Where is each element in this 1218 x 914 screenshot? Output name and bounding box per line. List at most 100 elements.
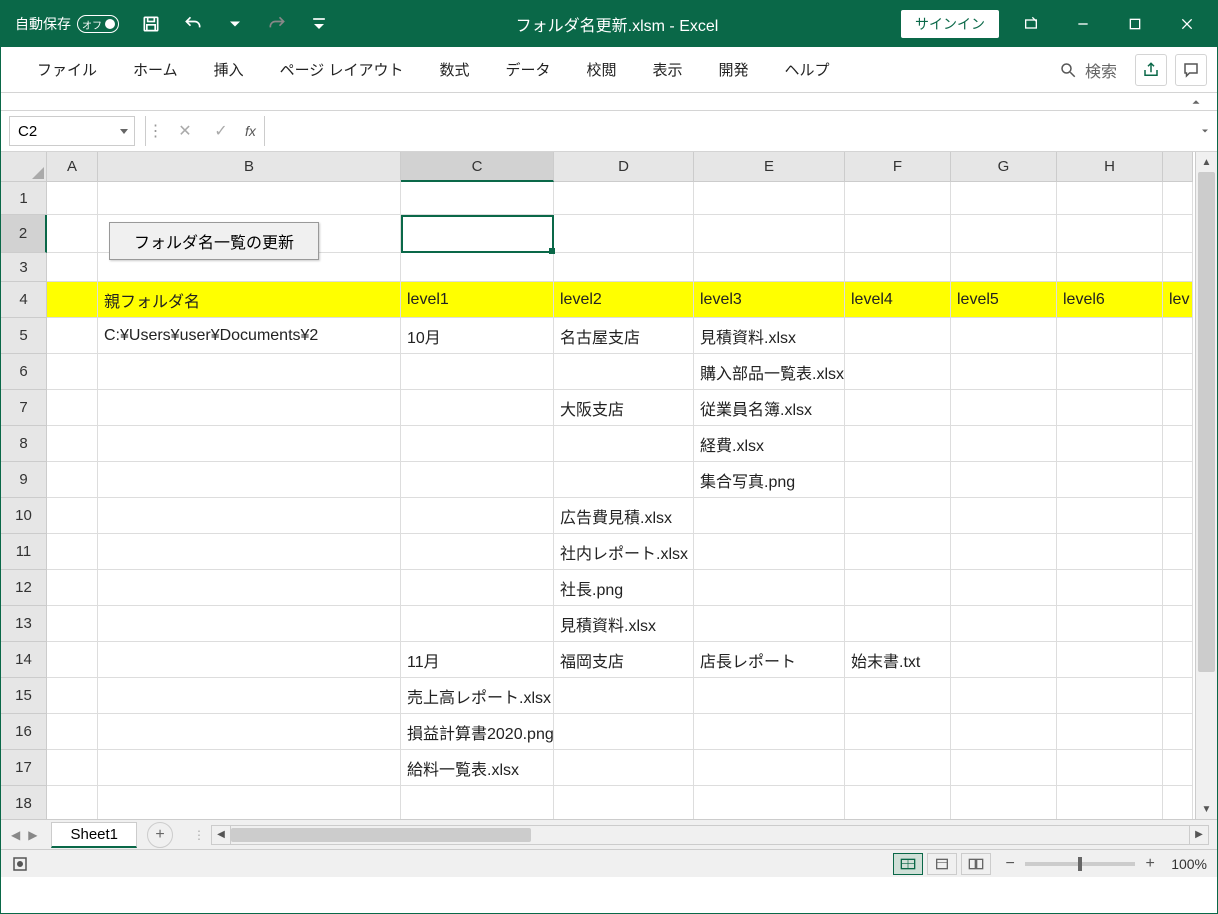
view-normal-button[interactable] xyxy=(893,853,923,875)
scroll-up-button[interactable]: ▲ xyxy=(1196,152,1217,172)
collapse-ribbon-icon[interactable] xyxy=(1189,95,1203,109)
scroll-right-button[interactable]: ▶ xyxy=(1189,825,1209,845)
column-headers: A B C D E F G H xyxy=(47,152,1193,182)
col-header-B[interactable]: B xyxy=(98,152,401,182)
tab-data[interactable]: データ xyxy=(487,49,568,90)
col-header-E[interactable]: E xyxy=(694,152,845,182)
row-header-18[interactable]: 18 xyxy=(1,786,47,819)
vertical-scrollbar[interactable]: ▲ ▼ xyxy=(1195,152,1217,819)
sheet-tabs-bar: ◀ ▶ Sheet1 + ⋮ ◀ ▶ xyxy=(1,819,1217,849)
horizontal-scrollbar[interactable]: ⋮ ◀ ▶ xyxy=(193,825,1209,845)
update-folder-names-button[interactable]: フォルダ名一覧の更新 xyxy=(109,222,319,260)
search-placeholder: 検索 xyxy=(1085,58,1117,82)
grid[interactable]: 親フォルダ名level1level2level3level4level5leve… xyxy=(47,182,1193,819)
autosave-label: 自動保存 xyxy=(15,14,71,34)
row-header-16[interactable]: 16 xyxy=(1,714,47,750)
col-header-D[interactable]: D xyxy=(554,152,694,182)
macro-record-icon[interactable] xyxy=(11,855,29,873)
tab-home[interactable]: ホーム xyxy=(115,49,196,90)
col-header-C[interactable]: C xyxy=(401,152,554,182)
row-header-7[interactable]: 7 xyxy=(1,390,47,426)
row-header-9[interactable]: 9 xyxy=(1,462,47,498)
autosave-toggle[interactable]: 自動保存 オフ xyxy=(15,14,119,34)
scroll-left-button[interactable]: ◀ xyxy=(211,825,231,845)
view-pagelayout-button[interactable] xyxy=(927,853,957,875)
enter-formula-button: ✓ xyxy=(209,121,233,141)
tab-file[interactable]: ファイル xyxy=(19,49,115,90)
row-header-3[interactable]: 3 xyxy=(1,253,47,282)
status-bar: − + 100% xyxy=(1,849,1217,877)
row-header-1[interactable]: 1 xyxy=(1,182,47,215)
save-button[interactable] xyxy=(137,10,165,38)
row-header-17[interactable]: 17 xyxy=(1,750,47,786)
new-sheet-button[interactable]: + xyxy=(147,822,173,848)
redo-button[interactable] xyxy=(263,10,291,38)
window-title: フォルダ名更新.xlsm - Excel xyxy=(333,12,901,36)
tab-insert[interactable]: 挿入 xyxy=(196,49,262,90)
scroll-down-button[interactable]: ▼ xyxy=(1196,799,1217,819)
row-header-6[interactable]: 6 xyxy=(1,354,47,390)
tab-formulas[interactable]: 数式 xyxy=(421,49,487,90)
col-header-F[interactable]: F xyxy=(845,152,951,182)
sheet-tab-sheet1[interactable]: Sheet1 xyxy=(51,822,137,848)
col-header-H[interactable]: H xyxy=(1057,152,1163,182)
undo-dropdown[interactable] xyxy=(221,10,249,38)
row-header-2[interactable]: 2 xyxy=(1,215,47,253)
ribbon-collapse-bar xyxy=(1,93,1217,111)
cancel-formula-button: ✕ xyxy=(173,121,197,141)
undo-button[interactable] xyxy=(179,10,207,38)
zoom-in-button[interactable]: + xyxy=(1141,855,1159,873)
expand-formula-bar[interactable] xyxy=(1193,125,1217,137)
hscroll-thumb[interactable] xyxy=(231,828,531,842)
tab-view[interactable]: 表示 xyxy=(635,49,701,90)
minimize-button[interactable] xyxy=(1061,9,1105,39)
search-box[interactable]: 検索 xyxy=(1049,54,1127,86)
share-button[interactable] xyxy=(1135,54,1167,86)
qat-customize[interactable] xyxy=(305,10,333,38)
row-header-12[interactable]: 12 xyxy=(1,570,47,606)
tab-pagelayout[interactable]: ページ レイアウト xyxy=(262,49,422,90)
ribbon-display-options[interactable] xyxy=(1009,9,1053,39)
col-header-A[interactable]: A xyxy=(47,152,98,182)
row-header-15[interactable]: 15 xyxy=(1,678,47,714)
row-header-5[interactable]: 5 xyxy=(1,318,47,354)
window-controls xyxy=(1009,9,1209,39)
zoom-out-button[interactable]: − xyxy=(1001,855,1019,873)
row-header-10[interactable]: 10 xyxy=(1,498,47,534)
row-headers: 1 2 3 4 5 6 7 8 9 10 11 12 13 14 15 16 1… xyxy=(1,182,47,819)
tab-nav: ◀ ▶ xyxy=(11,828,37,842)
name-box[interactable]: C2 xyxy=(9,116,135,146)
select-all-cells[interactable] xyxy=(1,152,47,182)
tab-scroll-grip[interactable]: ⋮ xyxy=(193,828,205,842)
titlebar: 自動保存 オフ フォルダ名更新.xlsm - Excel サインイン xyxy=(1,1,1217,47)
col-header-I[interactable] xyxy=(1163,152,1193,182)
row-header-11[interactable]: 11 xyxy=(1,534,47,570)
fb-divider: ⋮ xyxy=(145,116,165,146)
signin-button[interactable]: サインイン xyxy=(901,10,999,38)
formula-input[interactable] xyxy=(264,116,1193,146)
tab-nav-next[interactable]: ▶ xyxy=(28,828,37,842)
row-header-14[interactable]: 14 xyxy=(1,642,47,678)
vscroll-thumb[interactable] xyxy=(1198,172,1215,672)
maximize-button[interactable] xyxy=(1113,9,1157,39)
view-pagebreak-button[interactable] xyxy=(961,853,991,875)
row-header-8[interactable]: 8 xyxy=(1,426,47,462)
col-header-G[interactable]: G xyxy=(951,152,1057,182)
sheet-area: A B C D E F G H 1 2 3 4 5 6 7 8 9 xyxy=(1,152,1217,819)
ribbon: ファイル ホーム 挿入 ページ レイアウト 数式 データ 校閲 表示 開発 ヘル… xyxy=(1,47,1217,93)
close-button[interactable] xyxy=(1165,9,1209,39)
comments-button[interactable] xyxy=(1175,54,1207,86)
tab-help[interactable]: ヘルプ xyxy=(767,49,848,90)
tab-review[interactable]: 校閲 xyxy=(569,49,635,90)
tab-nav-prev[interactable]: ◀ xyxy=(11,828,20,842)
row-header-4[interactable]: 4 xyxy=(1,282,47,318)
tab-developer[interactable]: 開発 xyxy=(701,49,767,90)
zoom-slider[interactable] xyxy=(1025,862,1135,866)
view-controls xyxy=(893,853,991,875)
autosave-switch[interactable]: オフ xyxy=(77,15,119,33)
quick-access-toolbar xyxy=(137,10,333,38)
formula-bar: C2 ⋮ ✕ ✓ fx xyxy=(1,111,1217,152)
fx-button[interactable]: fx xyxy=(245,123,256,139)
row-header-13[interactable]: 13 xyxy=(1,606,47,642)
zoom-percent[interactable]: 100% xyxy=(1171,856,1207,872)
